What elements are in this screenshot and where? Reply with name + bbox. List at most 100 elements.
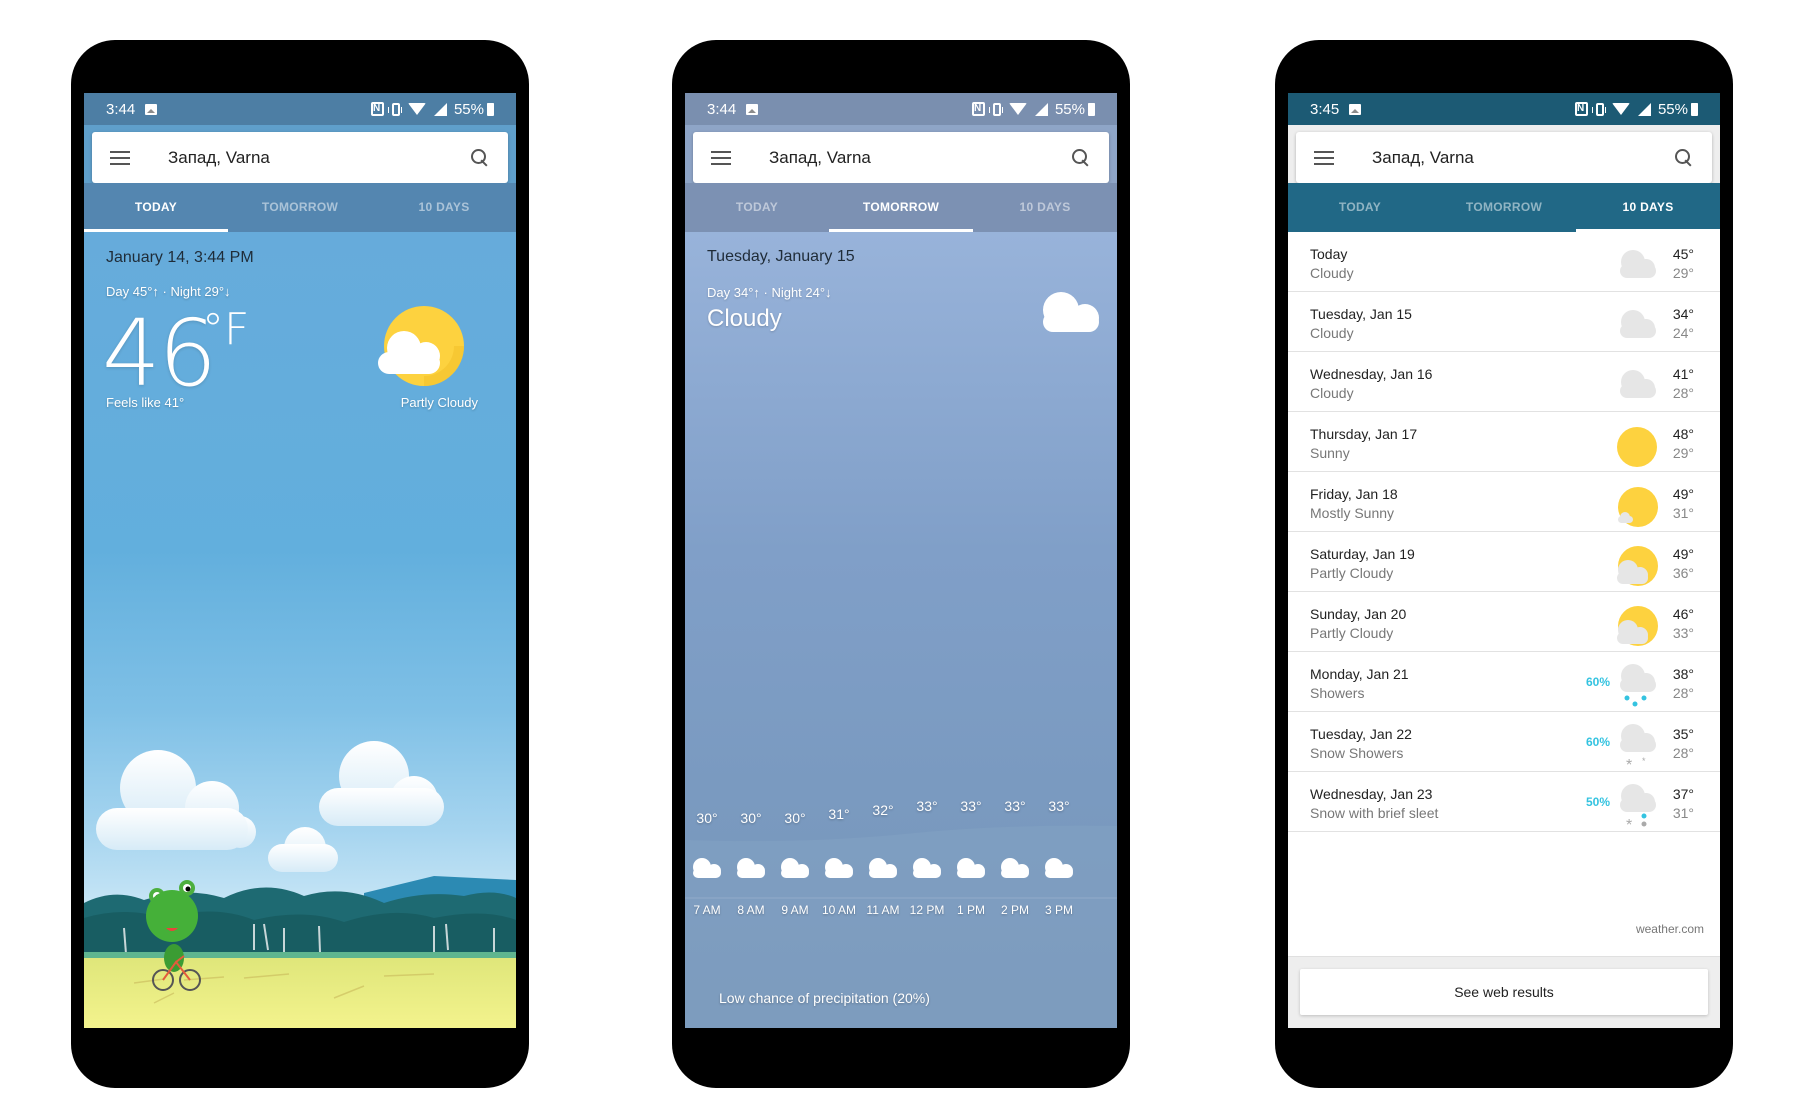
day-row[interactable]: Wednesday, Jan 23 Snow with brief sleet 37… [1288,772,1720,832]
search-bar[interactable]: Запад, Varna [92,132,508,183]
partly-cloudy-icon [378,306,464,386]
screen: 3:44 N 55% Запад, Varna TODAY TOMORROW 1… [685,93,1117,1028]
day-name: Sunday, Jan 20 [1310,606,1407,622]
day-high-temp: 41° [1672,366,1694,382]
day-condition: Cloudy [1310,325,1354,341]
precip-chance: 60% [1585,735,1610,749]
tomorrow-content: Tuesday, January 15 Day 34°↑ · Night 24°… [685,232,1117,1028]
ten-day-content: Today Cloudy 45° 29° Tuesday, Jan 15 Cloudy 34… [1288,232,1720,1028]
day-high-temp: 45° [1672,246,1694,262]
menu-icon[interactable] [1314,150,1334,165]
day-row[interactable]: Sunday, Jan 20 Partly Cloudy 46° 33° [1288,592,1720,652]
day-name: Wednesday, Jan 23 [1310,786,1433,802]
day-night-temps: Day 34°↑ · Night 24°↓ [707,285,832,300]
source-link[interactable]: weather.com [1636,922,1704,936]
nfc-icon: N [1574,102,1588,116]
day-low-temp: 28° [1672,685,1694,701]
status-time: 3:44 [106,100,136,118]
day-low-temp: 28° [1672,745,1694,761]
cloud-icon [737,858,765,878]
tab-today[interactable]: TODAY [685,183,829,232]
search-query[interactable]: Запад, Varna [769,148,1071,168]
nfc-icon: N [971,102,985,116]
tab-10-days[interactable]: 10 DAYS [973,183,1117,232]
day-name: Today [1310,246,1348,262]
day-row[interactable]: Wednesday, Jan 16 Cloudy 41° 28° [1288,352,1720,412]
image-notification-icon [1349,103,1362,115]
sky-cloud-small [268,827,338,872]
day-name: Tuesday, Jan 22 [1310,726,1412,742]
cloud-icon [1045,858,1073,878]
cloud-icon [869,858,897,878]
menu-icon[interactable] [110,150,130,165]
day-low-temp: 29° [1672,265,1694,281]
battery-icon [487,102,494,116]
hour-time: 3 PM [1044,903,1073,917]
cloud-icon [1043,292,1099,332]
search-bar[interactable]: Запад, Varna [693,132,1109,183]
day-low-temp: 31° [1672,805,1694,821]
tab-tomorrow[interactable]: TOMORROW [1432,183,1576,232]
signal-icon [1637,102,1651,116]
day-condition: Sunny [1310,445,1350,461]
day-row[interactable]: Tuesday, Jan 15 Cloudy 34° 24° [1288,292,1720,352]
cloud-icon [693,858,721,878]
cloud-icon [957,858,985,878]
current-temperature: 46 [102,300,217,407]
status-time: 3:45 [1310,100,1340,118]
search-query[interactable]: Запад, Varna [1372,148,1674,168]
day-condition: Partly Cloudy [1310,565,1394,581]
svg-text:*: * [1642,756,1646,766]
cloudy-icon [1620,370,1656,398]
day-name: Wednesday, Jan 16 [1310,366,1433,382]
svg-text:*: * [1626,817,1632,830]
wifi-icon [407,103,426,115]
tab-10-days[interactable]: 10 DAYS [1576,183,1720,232]
image-notification-icon [746,103,759,115]
menu-icon[interactable] [711,150,731,165]
today-content: January 14, 3:44 PM Day 45°↑ · Night 29°… [84,232,516,1028]
tab-tomorrow[interactable]: TOMORROW [228,183,372,232]
day-row[interactable]: Saturday, Jan 19 Partly Cloudy 49° 36° [1288,532,1720,592]
svg-text:*: * [1626,757,1632,770]
day-high-temp: 38° [1672,666,1694,682]
day-high-temp: 49° [1672,546,1694,562]
sky-cloud-left [96,750,256,850]
battery-percent: 55% [453,100,484,118]
cloudy-icon [1620,310,1656,338]
search-icon[interactable] [1674,148,1694,168]
cloud-icon [825,858,853,878]
cloud-icon [781,858,809,878]
day-high-temp: 48° [1672,426,1694,442]
search-query[interactable]: Запад, Varna [168,148,470,168]
search-icon[interactable] [1071,148,1091,168]
day-row[interactable]: Today Cloudy 45° 29° [1288,232,1720,292]
day-low-temp: 33° [1672,625,1694,641]
search-icon[interactable] [470,148,490,168]
phone-today: 3:44 N 55% Запад, Varna TODAY TOMORROW 1… [71,40,529,1088]
tab-today[interactable]: TODAY [1288,183,1432,232]
temperature-unit[interactable]: °F [202,304,249,355]
tab-tomorrow[interactable]: TOMORROW [829,183,973,232]
precip-chance: 60% [1585,675,1610,689]
day-row[interactable]: Monday, Jan 21 Showers 38° 28° 60% [1288,652,1720,712]
day-name: Tuesday, Jan 15 [1310,306,1412,322]
day-high-temp: 37° [1672,786,1694,802]
day-row[interactable]: Thursday, Jan 17 Sunny 48° 29° [1288,412,1720,472]
cloudy-icon [1620,250,1656,278]
tab-bar: TODAY TOMORROW 10 DAYS [84,183,516,232]
day-row[interactable]: Friday, Jan 18 Mostly Sunny 49° 31° [1288,472,1720,532]
see-web-results-button[interactable]: See web results [1300,969,1708,1015]
day-high-temp: 46° [1672,606,1694,622]
day-high-temp: 35° [1672,726,1694,742]
day-condition: Mostly Sunny [1310,505,1395,521]
signal-icon [1034,102,1048,116]
day-row[interactable]: Tuesday, Jan 22 Snow Showers 35° 28° 60% * * [1288,712,1720,772]
tab-today[interactable]: TODAY [84,183,228,232]
search-bar[interactable]: Запад, Varna [1296,132,1712,183]
landscape-illustration [84,741,516,1028]
phone-tomorrow: 3:44 N 55% Запад, Varna TODAY TOMORROW 1… [672,40,1130,1088]
tab-10-days[interactable]: 10 DAYS [372,183,516,232]
wifi-icon [1611,103,1630,115]
tab-bar: TODAY TOMORROW 10 DAYS [1288,183,1720,232]
